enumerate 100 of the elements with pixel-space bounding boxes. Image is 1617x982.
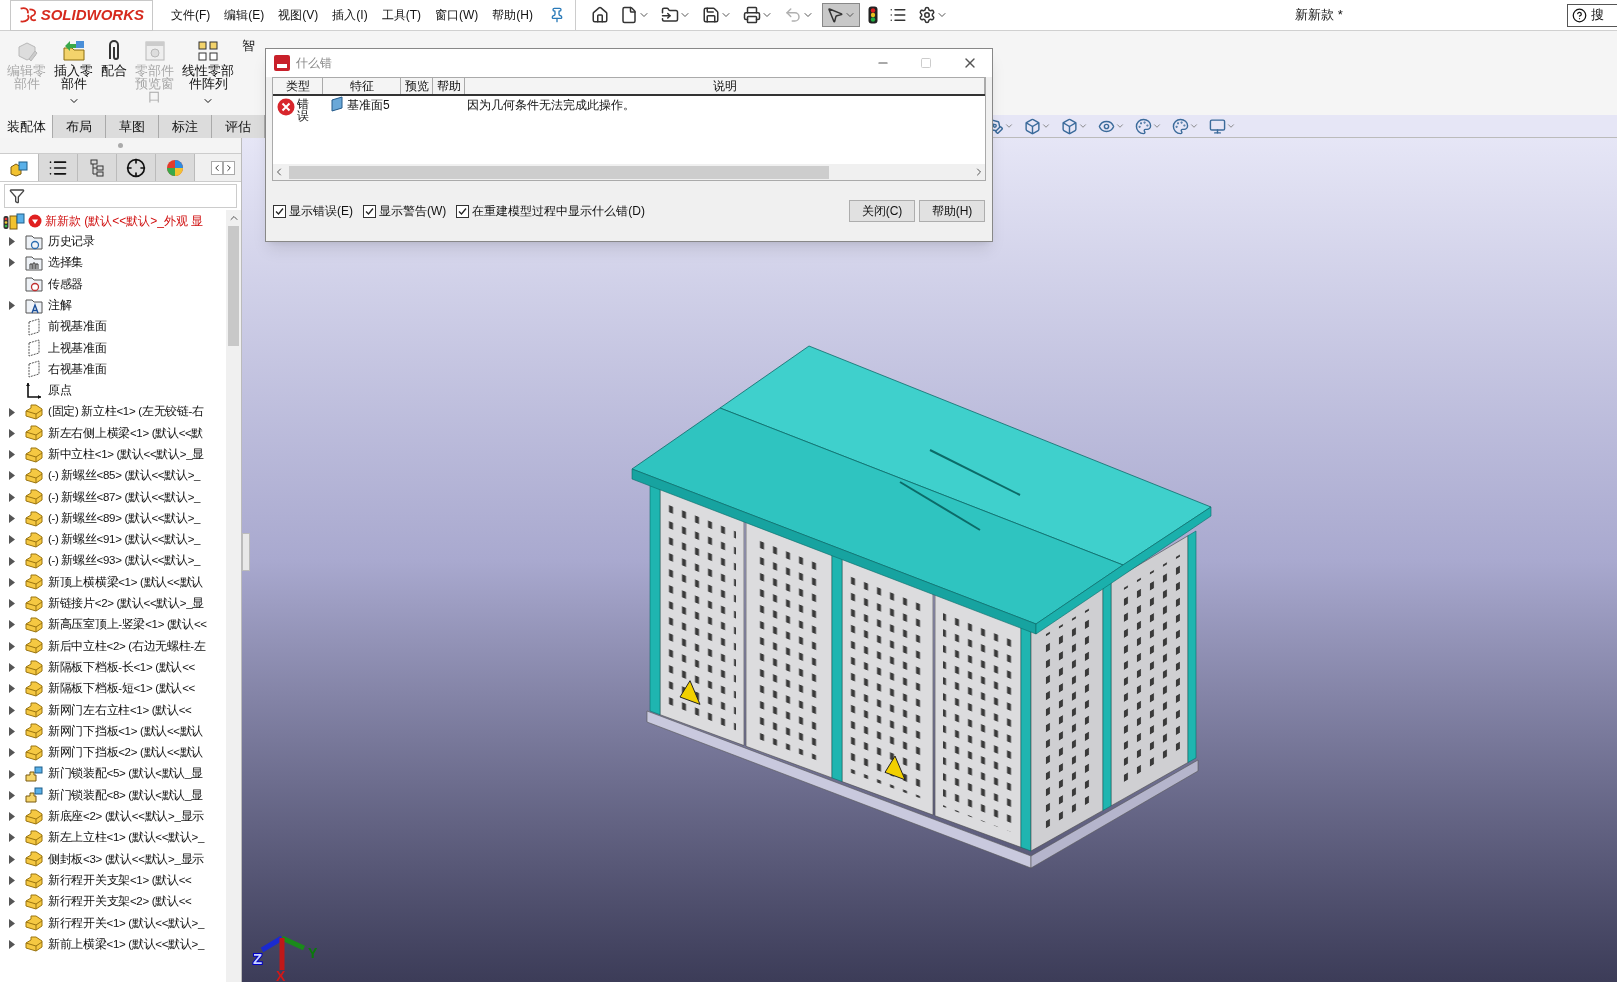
- menu-item[interactable]: 工具(T): [381, 6, 421, 24]
- tree-item-label[interactable]: 新前上横梁<1> (默认<<默认>_: [48, 935, 204, 954]
- expand-arrow-icon[interactable]: [9, 450, 15, 460]
- expand-arrow-icon[interactable]: [9, 237, 15, 247]
- checkbox[interactable]: [456, 204, 470, 218]
- scrollbar-thumb[interactable]: [289, 165, 829, 179]
- tree-item-label[interactable]: 新网门下挡板<1> (默认<<默认: [48, 722, 204, 741]
- tree-item-label[interactable]: (-) 新螺丝<85> (默认<<默认>_: [48, 467, 201, 485]
- filter-field[interactable]: [4, 184, 237, 208]
- tree-item-label[interactable]: 传感器: [48, 275, 84, 293]
- command-button[interactable]: 线性零部件阵列: [179, 39, 237, 107]
- tree-item-label[interactable]: 新门锁装配<8> (默认<默认_显: [48, 786, 203, 804]
- scroll-right-icon[interactable]: [223, 160, 235, 175]
- scroll-left-icon[interactable]: [211, 160, 223, 175]
- tree-item-label[interactable]: 新中立柱<1> (默认<<默认>_显: [48, 446, 204, 464]
- menu-item[interactable]: 编辑(E): [224, 6, 265, 24]
- tree-item-label[interactable]: 选择集: [48, 254, 84, 272]
- checkbox[interactable]: [273, 204, 286, 218]
- menu-item[interactable]: 窗口(W): [435, 6, 479, 24]
- view-tool-icon[interactable]: [1135, 117, 1152, 135]
- view-tool-icon[interactable]: [1061, 117, 1078, 135]
- tree-item-label[interactable]: 前视基准面: [48, 318, 107, 336]
- menu-item[interactable]: 插入(I): [332, 6, 368, 24]
- panel-tab[interactable]: [117, 154, 156, 181]
- tree-item-label[interactable]: 新后中立柱<2> (右边无螺柱-左: [48, 637, 206, 655]
- command-button[interactable]: 智: [239, 39, 258, 52]
- expand-arrow-icon[interactable]: [9, 258, 15, 268]
- tree-item-label[interactable]: 原点: [48, 382, 72, 400]
- tree-item-label[interactable]: 新左上立柱<1> (默认<<默认>_: [48, 829, 204, 847]
- expand-arrow-icon[interactable]: [9, 790, 15, 800]
- expand-arrow-icon[interactable]: [9, 939, 15, 949]
- expand-arrow-icon[interactable]: [9, 769, 15, 779]
- expand-arrow-icon[interactable]: [9, 918, 15, 928]
- tree-item-label[interactable]: (-) 新螺丝<87> (默认<<默认>_: [48, 488, 201, 506]
- tree-item-label[interactable]: 注解: [48, 296, 72, 315]
- expand-arrow-icon[interactable]: [9, 471, 15, 481]
- menu-item[interactable]: 文件(F): [171, 6, 211, 24]
- tab[interactable]: 标注: [159, 115, 212, 138]
- view-tool-icon[interactable]: [1209, 117, 1226, 135]
- dialog-button[interactable]: 关闭(C): [849, 200, 915, 222]
- tree-item-label[interactable]: (固定) 新立柱<1> (左无铰链-右: [48, 403, 204, 421]
- toolbar-button[interactable]: [822, 3, 860, 27]
- tree-item-label[interactable]: 侧封板<3> (默认<<默认>_显示: [48, 850, 204, 868]
- tree-item-label[interactable]: 新左右侧上横梁<1> (默认<<默: [48, 424, 204, 442]
- column-header[interactable]: 说明: [465, 78, 985, 94]
- expand-arrow-icon[interactable]: [9, 301, 15, 311]
- expand-arrow-icon[interactable]: [9, 663, 15, 673]
- expand-arrow-icon[interactable]: [9, 428, 15, 438]
- expand-arrow-icon[interactable]: [9, 641, 15, 651]
- expand-arrow-icon[interactable]: [9, 726, 15, 736]
- tree-item-label[interactable]: (-) 新螺丝<91> (默认<<默认>_: [48, 531, 201, 549]
- column-header[interactable]: 帮助: [433, 78, 465, 94]
- dialog-button[interactable]: 帮助(H): [919, 200, 985, 222]
- tree-item-label[interactable]: 新隔板下档板-长<1> (默认<<: [48, 658, 195, 677]
- expand-arrow-icon[interactable]: [9, 876, 15, 886]
- checkbox-option[interactable]: 显示错误(E): [273, 202, 353, 220]
- tree-item-label[interactable]: 新顶上横横梁<1> (默认<<默认: [48, 573, 204, 591]
- collapse-handle[interactable]: [242, 533, 250, 571]
- scrollbar-thumb[interactable]: [228, 226, 239, 346]
- expand-arrow-icon[interactable]: [9, 833, 15, 843]
- expand-arrow-icon[interactable]: [9, 684, 15, 694]
- tree-item-label[interactable]: 新高压室顶上-竖梁<1> (默认<<: [48, 616, 207, 634]
- tree-item-label[interactable]: (-) 新螺丝<93> (默认<<默认>_: [48, 552, 201, 570]
- checkbox[interactable]: [363, 204, 376, 218]
- expand-arrow-icon[interactable]: [9, 535, 15, 545]
- expand-arrow-icon[interactable]: [9, 407, 15, 417]
- expand-arrow-icon[interactable]: [9, 748, 15, 758]
- expand-arrow-icon[interactable]: [9, 514, 15, 523]
- tab[interactable]: 布局: [53, 115, 106, 138]
- tab[interactable]: 评估: [212, 115, 265, 138]
- tree-item-label[interactable]: 新链接片<2> (默认<<默认>_显: [48, 595, 204, 613]
- column-header[interactable]: 特征: [323, 78, 401, 94]
- expand-arrow-icon[interactable]: [9, 812, 15, 822]
- tree-item-label[interactable]: 历史记录: [48, 233, 95, 251]
- tree-item-label[interactable]: 新底座<2> (默认<<默认>_显示: [48, 808, 204, 826]
- view-tool-icon[interactable]: [1024, 117, 1041, 135]
- menu-item[interactable]: 帮助(H): [492, 6, 533, 24]
- tree-item-label[interactable]: 上视基准面: [48, 339, 107, 357]
- tab[interactable]: 草图: [106, 115, 159, 138]
- expand-arrow-icon[interactable]: [9, 492, 15, 502]
- tree-item-label[interactable]: 新行程开关支架<1> (默认<<: [48, 871, 192, 890]
- tree-item-label[interactable]: 右视基准面: [48, 360, 107, 379]
- tab[interactable]: 装配体: [0, 115, 53, 138]
- scrollbar[interactable]: [226, 210, 241, 982]
- tree-item-label[interactable]: 新门锁装配<5> (默认<默认_显: [48, 765, 203, 783]
- command-button[interactable]: 插入零部件: [51, 39, 96, 107]
- expand-arrow-icon[interactable]: [9, 577, 15, 587]
- expand-arrow-icon[interactable]: [9, 897, 15, 907]
- expand-arrow-icon[interactable]: [9, 854, 15, 864]
- tree-item-label[interactable]: 新网门左右立柱<1> (默认<<: [48, 701, 192, 719]
- command-button[interactable]: 配合: [98, 39, 130, 77]
- view-tool-icon[interactable]: [1172, 117, 1189, 135]
- tree-item-label[interactable]: 新隔板下档板-短<1> (默认<<: [48, 680, 195, 698]
- tree-item-label[interactable]: 新行程开关<1> (默认<<默认>_: [48, 914, 204, 932]
- panel-tab[interactable]: [39, 154, 78, 181]
- horizontal-scrollbar[interactable]: [273, 164, 985, 180]
- column-header[interactable]: 预览: [401, 78, 433, 94]
- tree-root-label[interactable]: 新新款 (默认<<默认>_外观 显: [45, 211, 204, 230]
- search-field[interactable]: 搜: [1567, 3, 1617, 27]
- tree-item-label[interactable]: 新行程开关支架<2> (默认<<: [48, 893, 192, 911]
